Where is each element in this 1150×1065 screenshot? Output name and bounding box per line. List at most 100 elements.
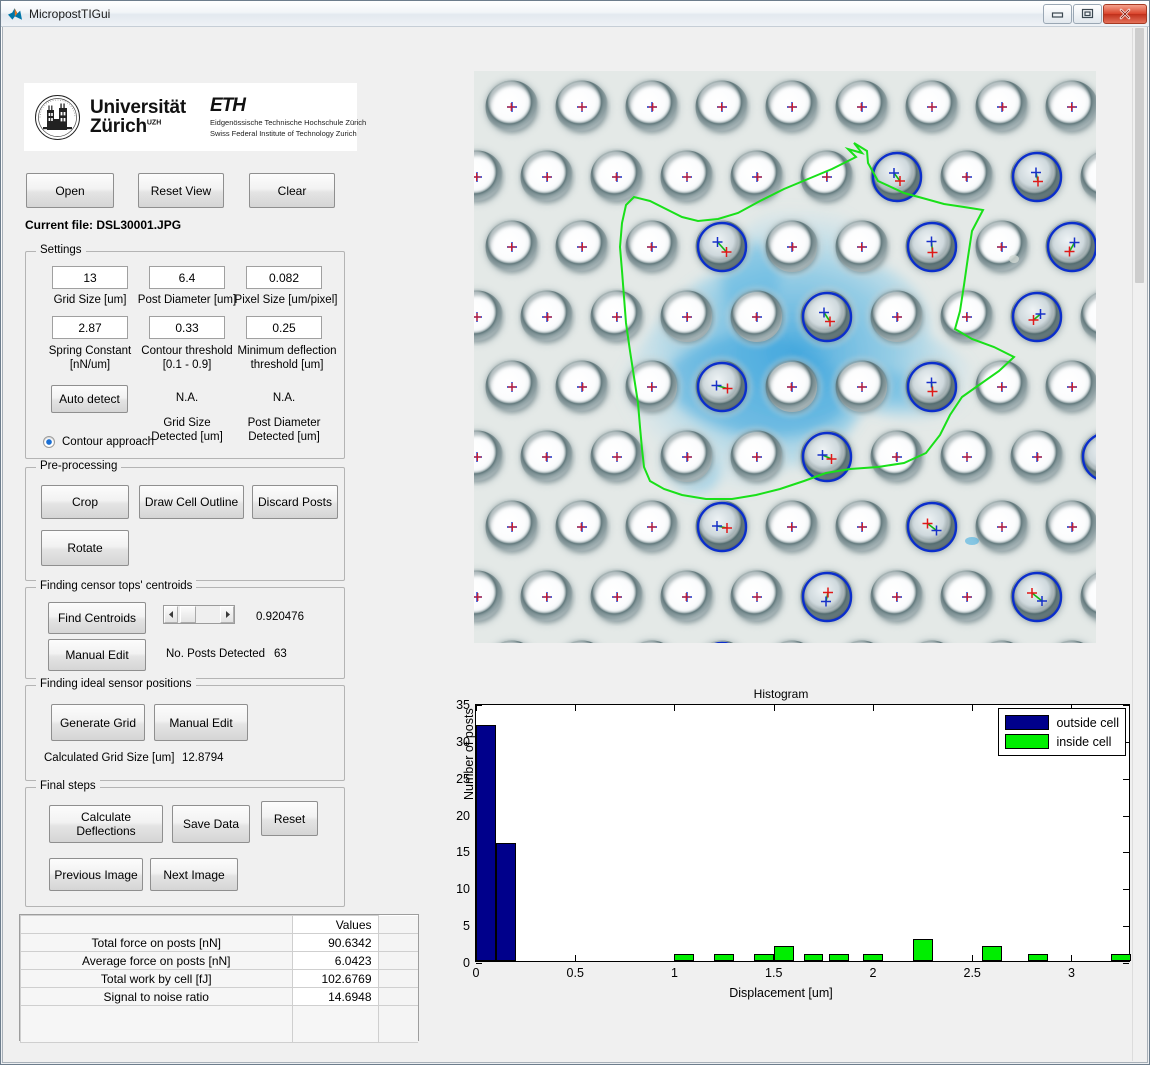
- generate-grid-button[interactable]: Generate Grid: [51, 704, 145, 741]
- clear-button[interactable]: Clear: [249, 173, 335, 208]
- post: [551, 76, 613, 138]
- legend-swatch-outside-cell: [1005, 715, 1049, 730]
- y-tick-mark: [1123, 779, 1129, 780]
- post: [936, 146, 998, 208]
- table-header-row: Values: [21, 916, 419, 934]
- histogram-legend: outside cell inside cell: [998, 708, 1126, 756]
- contour-threshold-input[interactable]: 0.33: [149, 316, 225, 339]
- find-centroids-button[interactable]: Find Centroids: [48, 602, 146, 634]
- x-tick-mark: [674, 705, 675, 711]
- post: [831, 356, 893, 418]
- min-deflection-label-line2: threshold [um]: [232, 358, 342, 372]
- spring-constant-input[interactable]: 2.87: [52, 316, 128, 339]
- slider-thumb[interactable]: [180, 606, 196, 623]
- reset-view-button[interactable]: Reset View: [138, 173, 224, 208]
- vertical-scrollbar[interactable]: [1132, 28, 1145, 1061]
- institution-logos: Universität ZürichUZH ETH Eidgenössische…: [24, 83, 357, 151]
- detected-post: [796, 566, 858, 628]
- post: [796, 146, 858, 208]
- draw-cell-outline-button[interactable]: Draw Cell Outline: [139, 485, 244, 519]
- post: [761, 216, 823, 278]
- post: [481, 76, 543, 138]
- post: [586, 566, 648, 628]
- rotate-button[interactable]: Rotate: [41, 530, 129, 566]
- image-canvas[interactable]: [474, 71, 1096, 643]
- y-tick-label: 15: [456, 845, 470, 859]
- post: [481, 356, 543, 418]
- histogram-plot-area: Number of posts 0510152025303500.511.522…: [475, 704, 1130, 962]
- post: [621, 76, 683, 138]
- y-tick-mark: [476, 963, 482, 964]
- x-tick-mark: [972, 955, 973, 961]
- empty-cell: [21, 1006, 293, 1043]
- grid-size-label: Grid Size [um]: [42, 293, 138, 307]
- post: [971, 496, 1033, 558]
- grid-manual-edit-button[interactable]: Manual Edit: [154, 704, 248, 741]
- post: [726, 286, 788, 348]
- slider-right-arrow-icon[interactable]: [220, 606, 234, 623]
- close-button[interactable]: [1103, 4, 1147, 24]
- contour-threshold-label-line2: [0.1 - 0.9]: [136, 358, 238, 372]
- histogram-bar: [829, 954, 849, 961]
- legend-swatch-inside-cell: [1005, 734, 1049, 749]
- grid-size-detected-label-line1: Grid Size: [144, 416, 230, 430]
- discard-posts-button[interactable]: Discard Posts: [252, 485, 338, 519]
- spring-constant-label: Spring Constant [nN/um]: [42, 344, 138, 373]
- row-spacer: [378, 934, 418, 952]
- histogram-bar: [476, 725, 496, 961]
- legend-item: outside cell: [1005, 713, 1119, 732]
- micropost-microscopy-image[interactable]: [474, 71, 1096, 643]
- reset-button[interactable]: Reset: [261, 801, 318, 836]
- settings-group-label: Settings: [36, 244, 86, 256]
- centroids-manual-edit-button[interactable]: Manual Edit: [48, 639, 146, 671]
- posts-detected-value: 63: [274, 648, 287, 660]
- detected-post: [1006, 566, 1068, 628]
- table-row: Signal to noise ratio 14.6948: [21, 988, 419, 1006]
- row-label: Total work by cell [fJ]: [21, 970, 293, 988]
- row-spacer: [378, 970, 418, 988]
- centroid-threshold-slider[interactable]: [163, 605, 235, 624]
- y-tick-label: 10: [456, 882, 470, 896]
- post-diameter-input[interactable]: 6.4: [149, 266, 225, 289]
- y-tick-label: 0: [463, 956, 470, 970]
- crop-button[interactable]: Crop: [41, 485, 129, 519]
- histogram-bar: [714, 954, 734, 961]
- post: [621, 216, 683, 278]
- maximize-button[interactable]: [1073, 4, 1102, 24]
- min-deflection-input[interactable]: 0.25: [246, 316, 322, 339]
- x-tick-label: 1: [671, 966, 678, 980]
- table-row: Total work by cell [fJ] 102.6769: [21, 970, 419, 988]
- eth-subtitle-de: Eidgenössische Technische Hochschule Zür…: [210, 117, 366, 128]
- y-tick-label: 35: [456, 698, 470, 712]
- slider-track[interactable]: [178, 606, 220, 623]
- x-tick-label: 3: [1068, 966, 1075, 980]
- contour-threshold-label-line1: Contour threshold: [136, 344, 238, 358]
- preprocessing-group-label: Pre-processing: [36, 460, 121, 472]
- scrollbar-thumb[interactable]: [1135, 28, 1144, 283]
- y-tick-label: 5: [463, 919, 470, 933]
- post: [656, 426, 718, 488]
- histogram-bar: [1111, 954, 1131, 961]
- auto-detect-button[interactable]: Auto detect: [51, 385, 128, 413]
- minimize-button[interactable]: [1043, 4, 1072, 24]
- pixel-size-input[interactable]: 0.082: [246, 266, 322, 289]
- calculate-deflections-button[interactable]: Calculate Deflections: [49, 805, 163, 843]
- post: [761, 496, 823, 558]
- uzh-line-2: Zürich: [90, 116, 147, 137]
- matlab-icon: [7, 6, 23, 22]
- histogram-bar: [863, 954, 883, 961]
- preprocessing-group: Pre-processing Crop Draw Cell Outline Di…: [25, 467, 345, 581]
- open-button[interactable]: Open: [26, 173, 114, 208]
- save-data-button[interactable]: Save Data: [172, 805, 250, 843]
- grid-size-input[interactable]: 13: [52, 266, 128, 289]
- calculated-grid-size-label: Calculated Grid Size [um]: [44, 752, 174, 764]
- slider-left-arrow-icon[interactable]: [164, 606, 178, 623]
- detected-post: [901, 216, 963, 278]
- uzh-seal-icon: [34, 94, 81, 141]
- uzh-superscript: UZH: [147, 120, 161, 127]
- contour-approach-radio[interactable]: Contour approach: [43, 436, 154, 448]
- row-value: 90.6342: [292, 934, 378, 952]
- window-title: MicropostTIGui: [29, 7, 1042, 21]
- next-image-button[interactable]: Next Image: [150, 858, 238, 891]
- previous-image-button[interactable]: Previous Image: [49, 858, 143, 891]
